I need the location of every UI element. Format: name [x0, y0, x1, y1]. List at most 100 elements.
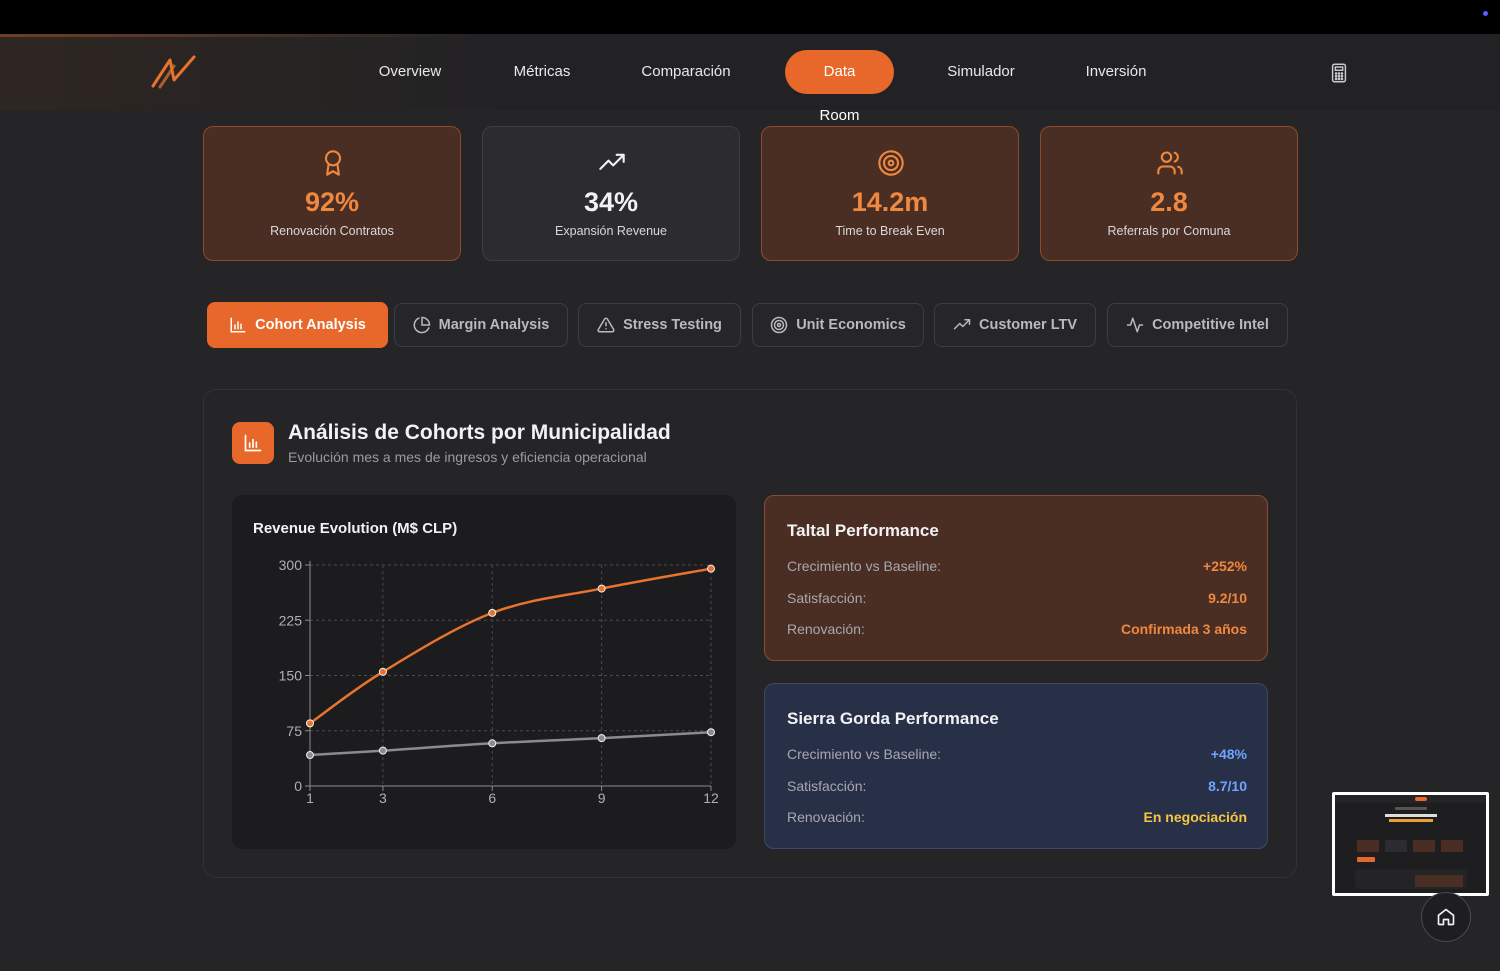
perf-value: +252% — [1203, 558, 1247, 574]
perf-row-satisfaction: Satisfacción: 9.2/10 — [787, 590, 1247, 610]
perf-title: Sierra Gorda Performance — [787, 709, 999, 728]
tab-unit-economics[interactable]: Unit Economics — [752, 303, 924, 347]
trending-up-icon — [953, 319, 971, 330]
tab-customer-ltv[interactable]: Customer LTV — [934, 303, 1096, 347]
panel-icon-badge — [232, 422, 274, 464]
perf-value: 8.7/10 — [1208, 778, 1247, 794]
nav-link-overview[interactable]: Overview — [366, 50, 454, 94]
tab-label: Unit Economics — [796, 317, 906, 333]
y-tick-label: 0 — [294, 778, 302, 794]
perf-value: 9.2/10 — [1208, 590, 1247, 606]
perf-row-satisfaction: Satisfacción: 8.7/10 — [787, 778, 1247, 798]
tab-stress-testing[interactable]: Stress Testing — [578, 303, 741, 347]
sierra-gorda-performance-card: Sierra Gorda Performance Crecimiento vs … — [764, 683, 1268, 849]
kpi-label: Renovación Contratos — [270, 224, 394, 238]
award-icon — [324, 150, 342, 176]
perf-row-renewal: Renovación: En negociación — [787, 809, 1247, 829]
pie-chart-icon — [413, 316, 430, 334]
tab-competitive-intel[interactable]: Competitive Intel — [1107, 303, 1288, 347]
target-icon — [770, 316, 788, 334]
warning-icon — [597, 317, 615, 333]
revenue-chart: 0 75 150 225 300 1 3 6 9 12 — [279, 557, 719, 806]
x-tick-label: 12 — [703, 790, 719, 806]
kpi-card-renovacion: 92% Renovación Contratos — [203, 126, 461, 261]
series-point — [597, 734, 606, 743]
perf-key: Satisfacción: — [787, 778, 867, 794]
navbar: Overview Métricas Comparación Data Room … — [0, 34, 1500, 124]
target-icon — [878, 150, 904, 176]
kpi-value: 34% — [583, 187, 639, 217]
series-line — [309, 567, 712, 725]
perf-key: Satisfacción: — [787, 590, 867, 606]
kpi-value: 92% — [304, 187, 360, 217]
perf-key: Renovación: — [787, 621, 865, 637]
bar-chart-icon — [244, 434, 262, 452]
series-point — [488, 739, 497, 748]
perf-key: Crecimiento vs Baseline: — [787, 746, 942, 762]
bar-chart-icon — [230, 317, 246, 333]
tab-label: Stress Testing — [623, 317, 722, 333]
taltal-performance-card: Taltal Performance Crecimiento vs Baseli… — [764, 495, 1268, 661]
page-preview-thumbnail[interactable] — [1332, 792, 1489, 896]
revenue-chart-card: 0 75 150 225 300 1 3 6 9 12 Revenue Evolution (M$… — [232, 495, 736, 849]
nav-link-simulador[interactable]: Simulador — [937, 50, 1025, 94]
nav-link-inversion[interactable]: Inversión — [1072, 50, 1160, 94]
home-icon — [1437, 908, 1455, 926]
perf-key: Renovación: — [787, 809, 865, 825]
perf-value: En negociación — [1143, 809, 1247, 825]
x-tick-label: 9 — [598, 790, 606, 806]
x-tick-label: 6 — [488, 790, 496, 806]
activity-icon — [1126, 317, 1144, 333]
nav-link-metricas[interactable]: Métricas — [498, 50, 586, 94]
browser-top-bar — [0, 0, 1500, 34]
kpi-card-expansion: 34% Expansión Revenue — [482, 126, 740, 261]
tab-label: Cohort Analysis — [255, 317, 366, 333]
series-line — [309, 730, 712, 757]
series-point — [306, 719, 314, 728]
home-button[interactable] — [1421, 892, 1471, 942]
perf-row-renewal: Renovación: Confirmada 3 años — [787, 621, 1247, 641]
tab-margin-analysis[interactable]: Margin Analysis — [394, 303, 568, 347]
tab-label: Margin Analysis — [438, 317, 550, 333]
x-tick-label: 3 — [379, 790, 387, 806]
trending-up-icon — [599, 153, 625, 170]
series-point — [707, 564, 715, 573]
nav-link-data-room[interactable]: Data Room — [785, 50, 894, 124]
series-point — [306, 751, 314, 760]
calculator-icon[interactable] — [1328, 62, 1350, 84]
perf-row-growth: Crecimiento vs Baseline: +252% — [787, 558, 1247, 578]
kpi-card-break-even: 14.2m Time to Break Even — [761, 126, 1019, 261]
x-tick-label: 1 — [306, 790, 314, 806]
series-point — [378, 746, 387, 755]
nav-link-comparacion[interactable]: Comparación — [630, 50, 742, 94]
y-tick-label: 300 — [279, 557, 303, 573]
tab-label: Competitive Intel — [1152, 317, 1269, 333]
perf-value: Confirmada 3 años — [1120, 621, 1247, 637]
perf-value: +48% — [1210, 746, 1247, 762]
tab-cohort-analysis[interactable]: Cohort Analysis — [207, 302, 388, 348]
perf-key: Crecimiento vs Baseline: — [787, 558, 942, 574]
tab-label: Customer LTV — [978, 317, 1078, 333]
kpi-label: Referrals por Comuna — [1107, 224, 1231, 238]
series-point — [597, 584, 606, 593]
series-point — [707, 728, 715, 737]
nav-links: Overview Métricas Comparación Data Room … — [0, 50, 1500, 124]
chart-title: Revenue Evolution (M$ CLP) — [253, 520, 458, 537]
y-tick-label: 225 — [279, 612, 303, 628]
status-dot — [1483, 11, 1488, 16]
y-tick-label: 150 — [279, 668, 303, 684]
panel-title: Análisis de Cohorts por Municipalidad — [288, 421, 671, 444]
kpi-value: 14.2m — [851, 187, 929, 217]
kpi-value: 2.8 — [1150, 187, 1188, 217]
panel-subtitle: Evolución mes a mes de ingresos y eficie… — [288, 449, 647, 465]
y-tick-label: 75 — [286, 723, 302, 739]
kpi-label: Expansión Revenue — [555, 224, 667, 238]
navbar-glow — [0, 34, 480, 37]
preview-image — [1335, 795, 1486, 893]
series-point — [488, 608, 497, 617]
kpi-label: Time to Break Even — [835, 224, 945, 238]
perf-row-growth: Crecimiento vs Baseline: +48% — [787, 746, 1247, 766]
perf-title: Taltal Performance — [787, 521, 939, 540]
users-icon — [1157, 151, 1183, 175]
kpi-card-referrals: 2.8 Referrals por Comuna — [1040, 126, 1298, 261]
